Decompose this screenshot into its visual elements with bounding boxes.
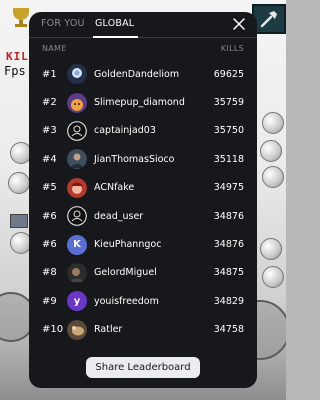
leaderboard-row[interactable]: #5 ACNfake 34975 [29,174,257,202]
background-fps-label: Fps [4,64,26,78]
hammer-button[interactable] [252,4,286,34]
hammer-icon [260,11,277,28]
ball-icon [262,166,284,188]
username: GelordMiguel [94,267,157,279]
kills-count: 34829 [213,295,244,307]
username: Ratler [94,324,123,336]
rank-label: #10 [42,324,64,336]
kills-count: 35118 [213,153,244,165]
photo-avatar-icon [67,262,87,283]
rank-label: #8 [42,267,57,279]
photo-avatar-icon [67,319,87,340]
photo-avatar-icon [67,149,87,170]
ball-icon [262,266,284,288]
kills-column-header: KILLS [220,44,244,53]
avatar-letter: K [73,239,81,251]
ball-icon [260,140,282,162]
block-tile [10,214,28,228]
avatar [67,319,87,340]
leaderboard-row[interactable]: #8 GelordMiguel 34875 [29,259,257,287]
avatar-letter: y [73,295,81,307]
avatar [67,262,87,283]
rank-label: #1 [42,68,57,80]
tab-global[interactable]: GLOBAL [95,18,134,29]
dandelion-avatar-icon [67,64,87,85]
avatar: K [67,234,87,255]
rank-label: #4 [42,153,57,165]
leaderboard-row[interactable]: #6 K KieuPhanngoc 34876 [29,230,257,258]
tab-for-you[interactable]: FOR YOU [41,18,85,29]
username: JianThomasSioco [94,153,175,165]
username: youisfreedom [94,295,159,307]
acnfake-avatar-icon [67,177,87,198]
kills-count: 34876 [213,239,244,251]
default-avatar-icon [67,206,87,227]
avatar [67,64,87,85]
leaderboard-row[interactable]: #10 Ratler 34758 [29,316,257,344]
leaderboard-row[interactable]: #6 dead_user 34876 [29,202,257,230]
avatar [67,177,87,198]
leaderboard-row[interactable]: #4 JianThomasSioco 35118 [29,145,257,173]
rank-label: #5 [42,182,57,194]
avatar [67,92,87,113]
avatar [67,149,87,170]
tab-bar: FOR YOU GLOBAL [29,12,257,38]
kills-count: 34975 [213,182,244,194]
slimepup-avatar-icon [67,92,87,113]
username: captainjad03 [94,125,156,137]
ball-icon [260,238,282,260]
background-kill-label: KIL [6,50,29,63]
leaderboard-row[interactable]: #9 y youisfreedom 34829 [29,287,257,315]
default-avatar-icon [67,121,87,141]
leaderboard-row[interactable]: #3 captainjad03 35750 [29,117,257,145]
rank-label: #3 [42,125,57,137]
leaderboard-row[interactable]: #2 Slimepup_diamond 35759 [29,88,257,116]
active-tab-indicator [93,36,138,38]
ball-icon [8,172,30,194]
avatar [67,206,87,227]
username: Slimepup_diamond [94,97,185,109]
kills-count: 35750 [213,125,244,137]
rank-label: #2 [42,97,57,109]
rank-label: #6 [42,210,57,222]
name-column-header: NAME [42,44,67,53]
kills-count: 34875 [213,267,244,279]
avatar [67,121,87,141]
avatar: y [67,291,87,312]
close-icon[interactable] [231,16,247,32]
username: KieuPhanngoc [94,239,162,251]
kills-count: 34876 [213,210,244,222]
ball-icon [262,112,284,134]
share-leaderboard-button[interactable]: Share Leaderboard [86,357,200,378]
kills-count: 69625 [213,68,244,80]
leaderboard-list: #1 GoldenDandeliom 69625 #2 Slimepup_dia… [29,60,257,344]
leaderboard-row[interactable]: #1 GoldenDandeliom 69625 [29,60,257,88]
leaderboard-panel: FOR YOU GLOBAL NAME KILLS #1 GoldenDande… [29,12,257,388]
rank-label: #6 [42,239,57,251]
username: ACNfake [94,182,135,194]
kills-count: 35759 [213,97,244,109]
username: dead_user [94,210,144,222]
kills-count: 34758 [213,324,244,336]
username: GoldenDandeliom [94,68,180,80]
rank-label: #9 [42,295,57,307]
